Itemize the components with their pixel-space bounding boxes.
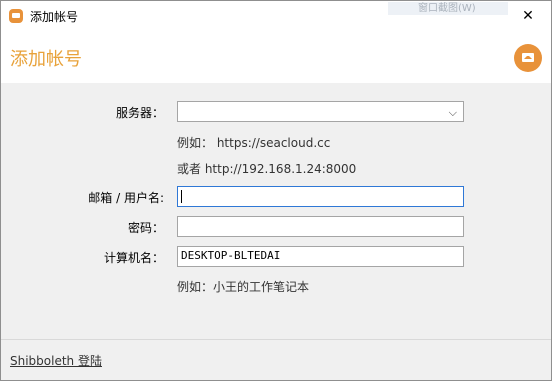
- server-label: 服务器：: [115, 106, 164, 120]
- email-label: 邮箱 / 用户名:: [88, 191, 164, 205]
- computer-name-example: 例如：小王的工作笔记本: [177, 280, 310, 294]
- title-bar: 添加帐号 窗口截图(W) ✕: [1, 1, 551, 31]
- server-alt-example: 或者 http://192.168.1.24:8000: [177, 162, 357, 176]
- chevron-down-icon[interactable]: ⌵: [449, 106, 457, 120]
- email-field[interactable]: [177, 186, 464, 207]
- app-icon: [9, 9, 23, 23]
- server-select[interactable]: ⌵: [177, 101, 464, 122]
- window-title: 添加帐号: [30, 10, 79, 24]
- computer-name-value: DESKTOP-BLTEDAI: [181, 249, 281, 262]
- shibboleth-login-link[interactable]: Shibboleth 登陆: [10, 352, 102, 369]
- computer-name-label: 计算机名：: [103, 251, 164, 265]
- account-form: 服务器： ⌵ 例如： https://seacloud.cc 或者 http:/…: [1, 83, 551, 339]
- logo-card-shape: [522, 53, 534, 62]
- password-field[interactable]: [177, 216, 464, 237]
- password-label: 密码：: [127, 221, 164, 235]
- seafile-logo-icon: [514, 44, 542, 72]
- close-button[interactable]: ✕: [505, 1, 551, 31]
- add-account-dialog: 添加帐号 窗口截图(W) ✕ 添加帐号 服务器： ⌵ 例如： https://s…: [0, 0, 552, 381]
- dialog-footer: Shibboleth 登陆: [1, 339, 551, 380]
- computer-name-field[interactable]: DESKTOP-BLTEDAI: [177, 246, 464, 267]
- background-menu-text: 窗口截图(W): [388, 2, 508, 15]
- dialog-header: 添加帐号: [1, 31, 551, 84]
- server-example: 例如： https://seacloud.cc: [177, 136, 331, 150]
- page-title: 添加帐号: [10, 49, 82, 70]
- text-caret: [181, 190, 182, 203]
